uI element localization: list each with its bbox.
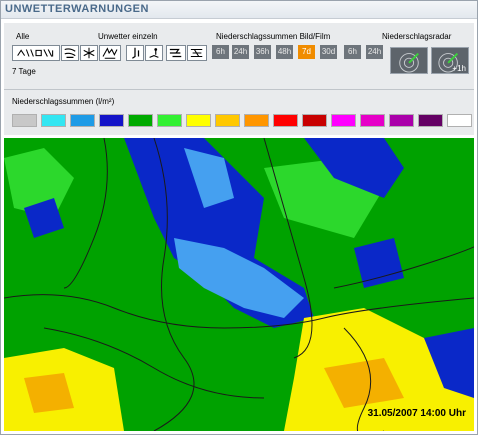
radar-label: Niederschlagsradar [382,32,452,41]
time-button-30d[interactable]: 30d [320,45,337,59]
control-panel: Alle Unwetter einzeln Niederschlagssumme… [4,23,474,135]
time-button-24h[interactable]: 24h [232,45,249,59]
widget-header: UNWETTERWARNUNGEN [1,1,477,19]
time-button-36h[interactable]: 36h [254,45,271,59]
radar-forecast-label: +1h [452,64,466,73]
precipitation-map-canvas [4,138,474,431]
legend-swatch [12,114,37,127]
legend-swatch [157,114,182,127]
wind-icon [169,48,182,58]
rain-button[interactable] [126,45,144,61]
legend-swatch [244,114,269,127]
snow-icon [83,47,95,59]
fog-button[interactable] [187,45,207,61]
map-timestamp: 31.05/2007 14:00 Uhr [367,408,466,419]
time-button-48h[interactable]: 48h [276,45,293,59]
heat-icon [149,48,159,58]
radar-forecast-button[interactable]: +1h [431,47,469,74]
precipitation-map: 31.05/2007 14:00 Uhr [4,138,474,431]
legend-swatch [331,114,356,127]
legend-title: Niederschlagssummen (l/m²) [12,97,115,106]
legend-swatch [128,114,153,127]
precip-label: Niederschlagssummen Bild/Film [216,32,331,41]
legend-swatch [447,114,472,127]
widget-title: UNWETTERWARNUNGEN [5,3,149,15]
period-label: 7 Tage [12,67,36,76]
legend-swatch [99,114,124,127]
rain-icon [132,47,140,59]
legend-swatch [360,114,385,127]
panel-divider [4,89,474,90]
weather-widget: UNWETTERWARNUNGEN Alle Unwetter einzeln … [0,0,478,435]
legend-swatch [41,114,66,127]
legend-swatch [70,114,95,127]
all-warnings-icon [17,49,54,57]
legend-swatch [186,114,211,127]
heat-button[interactable] [145,45,163,61]
time-button-6h-film[interactable]: 6h [344,45,361,59]
thunderstorm-icon [102,47,118,59]
legend-swatch [215,114,240,127]
single-label: Unwetter einzeln [98,32,158,41]
all-warnings-button[interactable] [12,45,60,61]
thunderstorm-button[interactable] [99,45,121,61]
time-button-24h-film[interactable]: 24h [366,45,383,59]
legend-swatch [273,114,298,127]
legend-swatch [389,114,414,127]
all-label: Alle [16,32,30,41]
wind-button[interactable] [166,45,186,61]
snow-button[interactable] [80,45,98,61]
storm-icon [64,48,76,58]
legend-swatch [302,114,327,127]
storm-button[interactable] [61,45,79,61]
time-button-7d[interactable]: 7d [298,45,315,59]
fog-icon [190,48,203,58]
legend-swatch [418,114,443,127]
radar-icon [399,52,419,73]
time-button-6h[interactable]: 6h [212,45,229,59]
radar-now-button[interactable] [390,47,428,74]
